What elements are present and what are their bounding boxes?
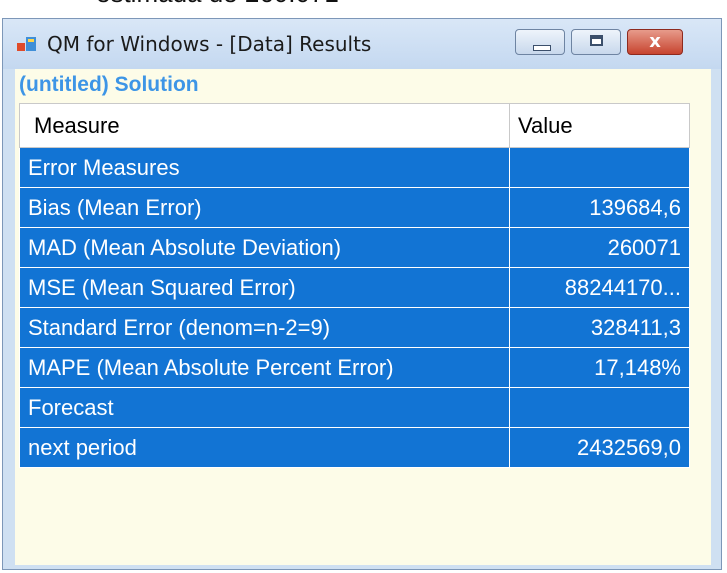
title-bar[interactable]: QM for Windows - [Data] Results x xyxy=(3,19,721,69)
results-grid: Measure Value Error Measures Bias (Mean … xyxy=(19,103,690,468)
value-cell[interactable]: 17,148% xyxy=(509,347,690,388)
table-row[interactable]: MAD (Mean Absolute Deviation) 260071 xyxy=(19,227,690,268)
value-cell[interactable] xyxy=(509,147,690,188)
table-row[interactable]: MAPE (Mean Absolute Percent Error) 17,14… xyxy=(19,347,690,388)
measure-cell[interactable]: MSE (Mean Squared Error) xyxy=(19,267,510,308)
measure-cell[interactable]: MAD (Mean Absolute Deviation) xyxy=(19,227,510,268)
value-cell[interactable]: 139684,6 xyxy=(509,187,690,228)
close-icon: x xyxy=(649,31,661,52)
column-header-measure[interactable]: Measure xyxy=(19,103,510,148)
measure-cell[interactable]: Error Measures xyxy=(19,147,510,188)
results-window: QM for Windows - [Data] Results x (untit… xyxy=(2,18,722,570)
solution-title: (untitled) Solution xyxy=(19,73,199,96)
table-row[interactable]: Bias (Mean Error) 139684,6 xyxy=(19,187,690,228)
window-title: QM for Windows - [Data] Results xyxy=(47,32,372,56)
value-cell[interactable]: 328411,3 xyxy=(509,307,690,348)
measure-cell[interactable]: Bias (Mean Error) xyxy=(19,187,510,228)
table-row[interactable]: next period 2432569,0 xyxy=(19,427,690,468)
minimize-button[interactable] xyxy=(515,29,565,55)
value-cell[interactable]: 260071 xyxy=(509,227,690,268)
measure-cell[interactable]: Standard Error (denom=n-2=9) xyxy=(19,307,510,348)
value-cell[interactable] xyxy=(509,387,690,428)
column-header-value[interactable]: Value xyxy=(509,103,690,148)
maximize-button[interactable] xyxy=(571,29,621,55)
header-row: Measure Value xyxy=(19,103,690,148)
background-caption: estimada de 260.071 xyxy=(96,0,339,9)
close-button[interactable]: x xyxy=(627,29,683,55)
results-panel: (untitled) Solution Measure Value Error … xyxy=(15,69,711,565)
value-cell[interactable]: 88244170... xyxy=(509,267,690,308)
measure-cell[interactable]: Forecast xyxy=(19,387,510,428)
measure-cell[interactable]: next period xyxy=(19,427,510,468)
table-row[interactable]: Forecast xyxy=(19,387,690,428)
maximize-icon xyxy=(590,35,603,46)
table-row[interactable]: Standard Error (denom=n-2=9) 328411,3 xyxy=(19,307,690,348)
minimize-icon xyxy=(533,45,551,51)
table-row[interactable]: Error Measures xyxy=(19,147,690,188)
app-icon xyxy=(17,37,36,51)
table-row[interactable]: MSE (Mean Squared Error) 88244170... xyxy=(19,267,690,308)
measure-cell[interactable]: MAPE (Mean Absolute Percent Error) xyxy=(19,347,510,388)
value-cell[interactable]: 2432569,0 xyxy=(509,427,690,468)
